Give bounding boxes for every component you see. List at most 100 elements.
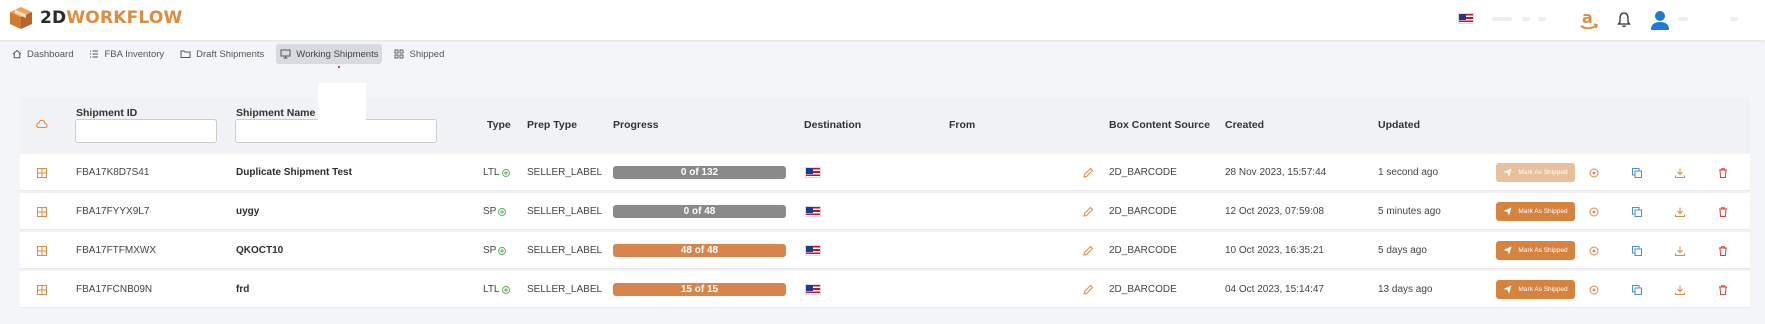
- brand-part2: WORKFLOW: [66, 8, 183, 28]
- nav-label: Dashboard: [27, 48, 74, 60]
- edit-icon[interactable]: [1082, 154, 1094, 191]
- nav-label: Working Shipments: [296, 48, 379, 60]
- edit-icon[interactable]: [1082, 232, 1094, 269]
- copy-icon[interactable]: [1631, 154, 1643, 191]
- shipment-id-filter-input[interactable]: [75, 119, 217, 143]
- send-icon: [1503, 246, 1512, 255]
- mark-label: Mark As Shipped: [1518, 247, 1568, 254]
- list-icon: [90, 50, 99, 58]
- expand-row-icon[interactable]: [36, 154, 48, 191]
- plus-circle-icon[interactable]: [501, 168, 510, 177]
- nav-label: Draft Shipments: [196, 48, 265, 60]
- download-icon[interactable]: [1674, 271, 1686, 308]
- progress-cell: 0 of 48: [613, 193, 786, 230]
- copy-icon[interactable]: [1631, 271, 1643, 308]
- expand-row-icon[interactable]: [36, 232, 48, 269]
- updated-time: 1 second ago: [1378, 167, 1439, 178]
- header-blur: [1492, 17, 1512, 21]
- folder-icon: [180, 50, 191, 58]
- prep-type: SELLER_LABEL: [527, 167, 603, 178]
- nav-shipped[interactable]: Shipped: [390, 44, 448, 64]
- print-icon[interactable]: [1588, 154, 1600, 191]
- plus-circle-icon[interactable]: [498, 207, 507, 216]
- table-row[interactable]: FBA17FCNB09N frd LTL SELLER_LABEL 15 of …: [20, 271, 1750, 308]
- header-prep-type: Prep Type: [527, 119, 577, 131]
- delete-icon[interactable]: [1717, 193, 1729, 230]
- send-icon: [1503, 285, 1512, 294]
- table-row[interactable]: FBA17FYYX9L7 uygy SP SELLER_LABEL 0 of 4…: [20, 193, 1750, 230]
- us-flag-icon: [805, 206, 821, 217]
- mark-as-shipped-button[interactable]: Mark As Shipped: [1496, 241, 1575, 260]
- header-shipment-name: Shipment Name: [236, 107, 316, 119]
- plus-circle-icon[interactable]: [501, 285, 510, 294]
- send-icon: [1503, 207, 1512, 216]
- shipment-id[interactable]: FBA17FTFMXWX: [76, 232, 156, 269]
- nav-working-shipments[interactable]: Working Shipments: [276, 44, 383, 64]
- brand-logo[interactable]: 2DWORKFLOW: [8, 5, 182, 31]
- cloud-icon[interactable]: [36, 119, 48, 129]
- copy-icon[interactable]: [1631, 232, 1643, 269]
- print-icon[interactable]: [1588, 271, 1600, 308]
- amazon-icon[interactable]: a: [1579, 8, 1599, 32]
- prep-type: SELLER_LABEL: [527, 245, 603, 256]
- header-blur: [1538, 17, 1546, 21]
- mark-as-shipped-button[interactable]: Mark As Shipped: [1496, 163, 1575, 182]
- header-blank: [318, 83, 366, 123]
- box-content-source: 2D_BARCODE: [1109, 245, 1177, 256]
- shipment-id[interactable]: FBA17FYYX9L7: [76, 193, 149, 230]
- copy-icon[interactable]: [1631, 193, 1643, 230]
- shipment-id[interactable]: FBA17K8D7S41: [76, 154, 149, 191]
- download-icon[interactable]: [1674, 232, 1686, 269]
- header-from: From: [949, 119, 976, 131]
- header-created: Created: [1225, 119, 1265, 131]
- bell-icon[interactable]: [1616, 11, 1632, 29]
- updated-time: 5 days ago: [1378, 245, 1427, 256]
- shipment-name[interactable]: QKOCT10: [236, 232, 283, 269]
- plus-circle-icon[interactable]: [498, 246, 507, 255]
- nav-draft-shipments[interactable]: Draft Shipments: [176, 44, 268, 64]
- delete-icon[interactable]: [1717, 154, 1729, 191]
- table-row[interactable]: FBA17FTFMXWX QKOCT10 SP SELLER_LABEL 48 …: [20, 232, 1750, 269]
- table-header: Shipment ID Shipment Name Type Prep Type…: [20, 98, 1750, 152]
- type-value: SP: [483, 206, 497, 217]
- print-icon[interactable]: [1588, 232, 1600, 269]
- prep-type: SELLER_LABEL: [527, 206, 603, 217]
- type-value: LTL: [483, 284, 500, 295]
- table-row[interactable]: FBA17K8D7S41 Duplicate Shipment Test LTL…: [20, 154, 1750, 191]
- progress-bar: 48 of 48: [613, 244, 786, 257]
- progress-cell: 0 of 132: [613, 154, 786, 191]
- shipment-id[interactable]: FBA17FCNB09N: [76, 271, 152, 308]
- delete-icon[interactable]: [1717, 271, 1729, 308]
- nav-fba-inventory[interactable]: FBA Inventory: [85, 44, 168, 64]
- header-blur: [1522, 17, 1530, 21]
- grid-icon: [395, 49, 404, 59]
- updated-time: 5 minutes ago: [1378, 206, 1441, 217]
- shipment-name[interactable]: Duplicate Shipment Test: [236, 154, 352, 191]
- us-flag-icon: [805, 245, 821, 256]
- nav-label: FBA Inventory: [104, 48, 165, 60]
- brand-part1: 2D: [40, 8, 67, 28]
- edit-icon[interactable]: [1082, 271, 1094, 308]
- updated-time: 13 days ago: [1378, 284, 1433, 295]
- download-icon[interactable]: [1674, 193, 1686, 230]
- prep-type: SELLER_LABEL: [527, 284, 603, 295]
- mark-as-shipped-button[interactable]: Mark As Shipped: [1496, 202, 1575, 221]
- delete-icon[interactable]: [1717, 232, 1729, 269]
- type-cell: LTL: [483, 154, 510, 191]
- shipment-name[interactable]: uygy: [236, 193, 259, 230]
- nav-dashboard[interactable]: Dashboard: [8, 44, 77, 64]
- box-content-source: 2D_BARCODE: [1109, 167, 1177, 178]
- user-icon[interactable]: [1650, 9, 1670, 31]
- print-icon[interactable]: [1588, 193, 1600, 230]
- type-value: LTL: [483, 167, 500, 178]
- mark-as-shipped-button[interactable]: Mark As Shipped: [1496, 280, 1575, 299]
- shipment-name[interactable]: frd: [236, 271, 249, 308]
- header-destination: Destination: [804, 119, 862, 131]
- us-flag-icon[interactable]: [1458, 13, 1474, 24]
- expand-row-icon[interactable]: [36, 271, 48, 308]
- download-icon[interactable]: [1674, 154, 1686, 191]
- edit-icon[interactable]: [1082, 193, 1094, 230]
- destination-cell: [805, 154, 821, 191]
- expand-row-icon[interactable]: [36, 193, 48, 230]
- type-cell: SP: [483, 193, 507, 230]
